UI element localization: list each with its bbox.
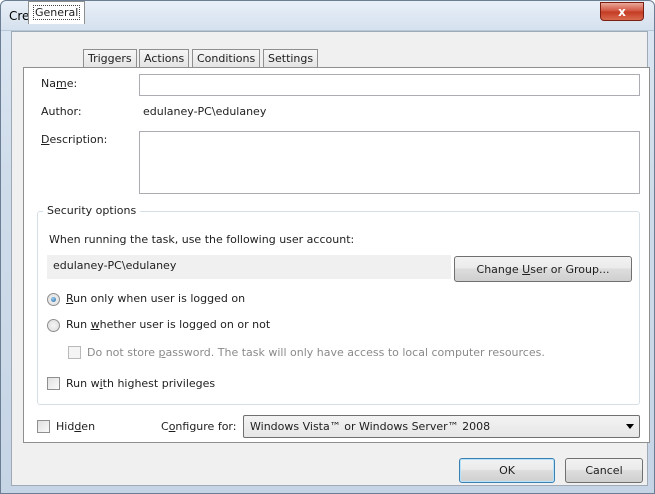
highest-privileges-checkbox[interactable] <box>47 377 60 390</box>
author-value: edulaney-PC\edulaney <box>143 105 267 118</box>
tab-label: General <box>33 5 81 20</box>
tab-actions[interactable]: Actions <box>139 49 190 68</box>
tab-triggers[interactable]: Triggers <box>83 49 137 68</box>
account-prompt: When running the task, use the following… <box>49 233 355 246</box>
ok-button[interactable]: OK <box>459 458 555 483</box>
configure-for-value: Windows Vista™ or Windows Server™ 2008 <box>250 420 491 433</box>
name-field[interactable] <box>139 74 640 96</box>
do-not-store-password-label[interactable]: Do not store password. The task will onl… <box>87 346 545 359</box>
change-user-or-group-button[interactable]: Change User or Group... <box>454 256 632 282</box>
cancel-label: Cancel <box>585 464 623 477</box>
run-only-logged-on-label[interactable]: Run only when user is logged on <box>66 292 245 305</box>
tab-label: Triggers <box>88 52 132 65</box>
chevron-down-icon <box>626 424 634 429</box>
change-user-label: Change User or Group... <box>476 262 610 276</box>
run-whether-logged-on-radio[interactable] <box>47 319 60 332</box>
author-label: Author: <box>41 105 82 118</box>
run-whether-logged-on-label[interactable]: Run whether user is logged on or not <box>66 318 270 331</box>
user-account-value: edulaney-PC\edulaney <box>53 259 177 272</box>
title-bar[interactable]: Create Task x <box>1 1 654 31</box>
run-only-logged-on-radio[interactable] <box>47 293 60 306</box>
cancel-button[interactable]: Cancel <box>565 458 643 483</box>
tab-conditions[interactable]: Conditions <box>192 49 261 68</box>
user-account-display: edulaney-PC\edulaney <box>47 255 451 279</box>
highest-privileges-label[interactable]: Run with highest privileges <box>66 377 215 390</box>
configure-for-dropdown[interactable]: Windows Vista™ or Windows Server™ 2008 <box>243 415 640 438</box>
tab-general[interactable]: General <box>28 1 86 24</box>
description-field[interactable] <box>139 131 640 194</box>
create-task-window: Create Task x General Triggers Actions C… <box>0 0 655 494</box>
hidden-label[interactable]: Hidden <box>56 420 95 433</box>
tab-label: Settings <box>268 52 314 65</box>
name-label: Name: <box>41 77 78 90</box>
ok-label: OK <box>499 464 515 477</box>
tab-label: Actions <box>144 52 185 65</box>
description-label: Description: <box>41 133 108 146</box>
hidden-checkbox[interactable] <box>37 420 50 433</box>
tab-settings[interactable]: Settings <box>263 49 319 68</box>
do-not-store-password-checkbox[interactable] <box>68 346 81 359</box>
radio-selected-dot <box>51 297 56 302</box>
tab-label: Conditions <box>197 52 256 65</box>
close-icon: x <box>618 4 626 19</box>
close-button[interactable]: x <box>600 2 644 21</box>
security-options-title: Security options <box>43 204 141 217</box>
configure-for-label: Configure for: <box>161 420 237 433</box>
